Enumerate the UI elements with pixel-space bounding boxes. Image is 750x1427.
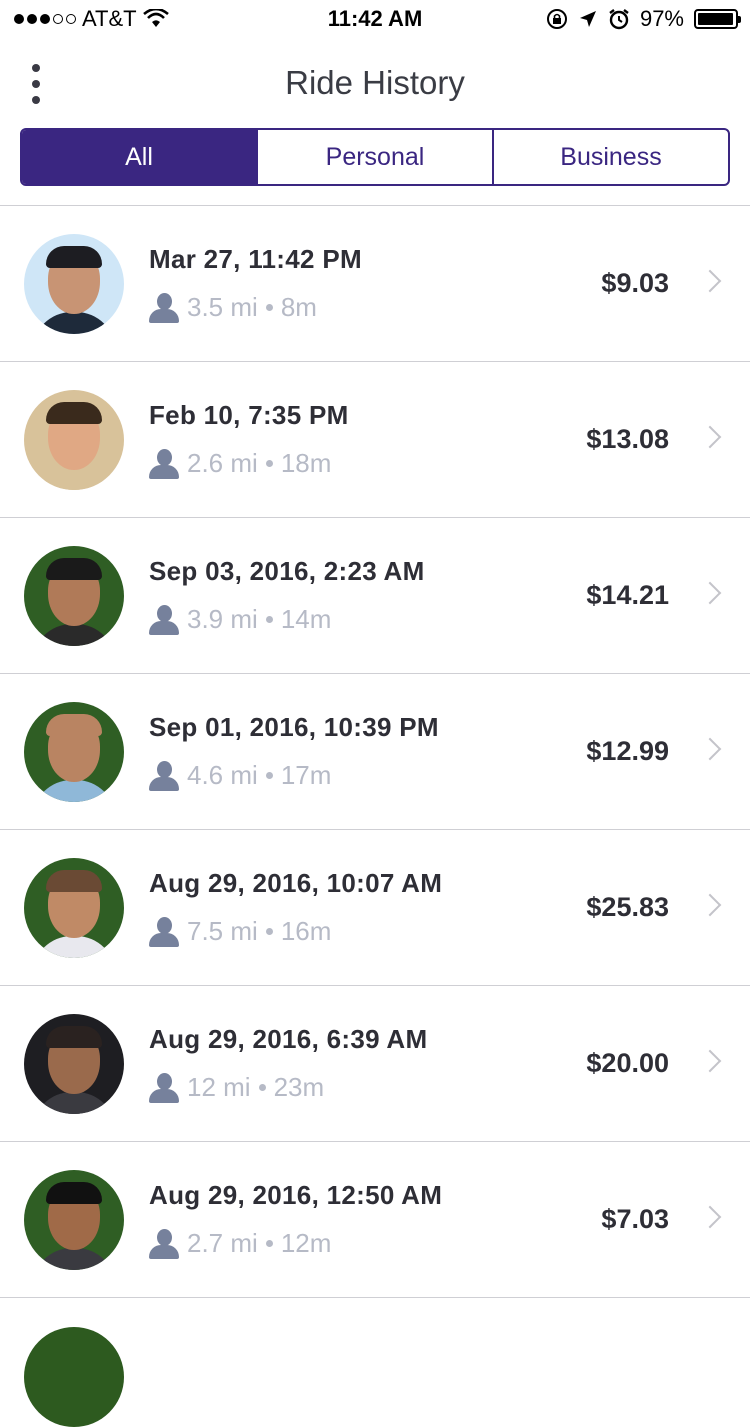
ride-distance: 2.6 mi: [187, 448, 258, 478]
ride-meta: 2.7 mi 12m: [149, 1228, 331, 1259]
ride-price: $9.03: [601, 268, 669, 298]
ride-filter-segmented-control: All Personal Business: [20, 128, 730, 186]
driver-avatar: [24, 858, 124, 958]
person-icon: [149, 604, 179, 635]
ride-row[interactable]: Feb 10, 7:35 PM 2.6 mi 18m $13.08: [0, 362, 750, 518]
ride-meta: 7.5 mi 16m: [149, 916, 331, 947]
separator-dot: [265, 1240, 273, 1247]
person-icon: [149, 448, 179, 479]
tab-personal[interactable]: Personal: [256, 130, 492, 184]
ride-duration: 23m: [273, 1072, 325, 1102]
ride-row[interactable]: Sep 01, 2016, 10:39 PM 4.6 mi 17m $12.99: [0, 674, 750, 830]
chevron-right-icon: [698, 1049, 722, 1073]
alarm-clock-icon: [609, 9, 629, 30]
ride-meta: 4.6 mi 17m: [149, 760, 331, 791]
ride-duration: 14m: [280, 604, 332, 634]
ride-date: Aug 29, 2016, 10:07 AM: [149, 868, 443, 898]
rotation-lock-icon: [546, 9, 567, 29]
ride-row[interactable]: Mar 27, 11:42 PM 3.5 mi 8m $9.03: [0, 206, 750, 362]
ride-row[interactable]: Aug 29, 2016, 6:39 AM 12 mi 23m $20.00: [0, 986, 750, 1142]
person-icon: [149, 1228, 179, 1259]
ride-row[interactable]: Sep 03, 2016, 2:23 AM 3.9 mi 14m $14.21: [0, 518, 750, 674]
ride-duration: 16m: [280, 916, 332, 946]
ride-price: $20.00: [586, 1048, 669, 1078]
person-icon: [149, 1072, 179, 1103]
separator-dot: [265, 772, 273, 779]
ride-distance: 3.5 mi: [187, 292, 258, 322]
ride-date: Mar 27, 11:42 PM: [149, 244, 362, 274]
tab-business[interactable]: Business: [492, 130, 728, 184]
status-right: 97%: [546, 6, 741, 32]
ride-duration: 12m: [280, 1228, 332, 1258]
driver-avatar: [24, 390, 124, 490]
ride-date: Aug 29, 2016, 6:39 AM: [149, 1024, 428, 1054]
separator-dot: [265, 304, 273, 311]
separator-dot: [265, 928, 273, 935]
ride-duration: 18m: [280, 448, 332, 478]
ride-date: Sep 01, 2016, 10:39 PM: [149, 712, 439, 742]
ride-row[interactable]: Aug 29, 2016, 10:07 AM 7.5 mi 16m $25.83: [0, 830, 750, 986]
ride-date: Feb 10, 7:35 PM: [149, 400, 349, 430]
driver-avatar: [24, 234, 124, 334]
ride-price: $13.08: [586, 424, 669, 454]
tab-all[interactable]: All: [22, 130, 256, 184]
chevron-right-icon: [698, 425, 722, 449]
separator-dot: [258, 1084, 266, 1091]
battery-icon: [694, 9, 741, 29]
person-icon: [149, 292, 179, 323]
separator-dot: [265, 616, 273, 623]
ride-price: $25.83: [586, 892, 669, 922]
ride-price: $7.03: [601, 1204, 669, 1234]
driver-avatar: [24, 702, 124, 802]
status-bar: AT&T 11:42 AM 97%: [0, 0, 750, 40]
location-arrow-icon: [579, 11, 596, 27]
ride-duration: 8m: [280, 292, 317, 322]
ride-distance: 3.9 mi: [187, 604, 258, 634]
ride-distance: 12 mi: [187, 1072, 251, 1102]
ride-distance: 4.6 mi: [187, 760, 258, 790]
battery-percent: 97%: [639, 6, 684, 31]
ride-price: $14.21: [586, 580, 669, 610]
ride-date: Aug 29, 2016, 12:50 AM: [149, 1180, 443, 1210]
chevron-right-icon: [698, 269, 722, 293]
ride-date: Sep 03, 2016, 2:23 AM: [149, 556, 425, 586]
chevron-right-icon: [698, 893, 722, 917]
ride-meta: 3.5 mi 8m: [149, 292, 317, 323]
driver-avatar: [24, 1014, 124, 1114]
navigation-bar: Ride History: [0, 40, 750, 128]
driver-avatar: [24, 546, 124, 646]
driver-avatar: [24, 1170, 124, 1270]
ride-meta: 3.9 mi 14m: [149, 604, 331, 635]
chevron-right-icon: [698, 1205, 722, 1229]
driver-avatar-partial: [24, 1327, 124, 1427]
person-icon: [149, 916, 179, 947]
chevron-right-icon: [698, 581, 722, 605]
ride-list: Mar 27, 11:42 PM 3.5 mi 8m $9.03 Feb 10,…: [0, 205, 750, 1298]
ride-meta: 2.6 mi 18m: [149, 448, 331, 479]
ride-duration: 17m: [280, 760, 332, 790]
person-icon: [149, 760, 179, 791]
ride-meta: 12 mi 23m: [149, 1072, 324, 1103]
ride-distance: 7.5 mi: [187, 916, 258, 946]
page-title: Ride History: [285, 64, 465, 101]
chevron-right-icon: [698, 737, 722, 761]
ride-row[interactable]: Aug 29, 2016, 12:50 AM 2.7 mi 12m $7.03: [0, 1142, 750, 1298]
ride-price: $12.99: [586, 736, 669, 766]
separator-dot: [265, 460, 273, 467]
ride-distance: 2.7 mi: [187, 1228, 258, 1258]
